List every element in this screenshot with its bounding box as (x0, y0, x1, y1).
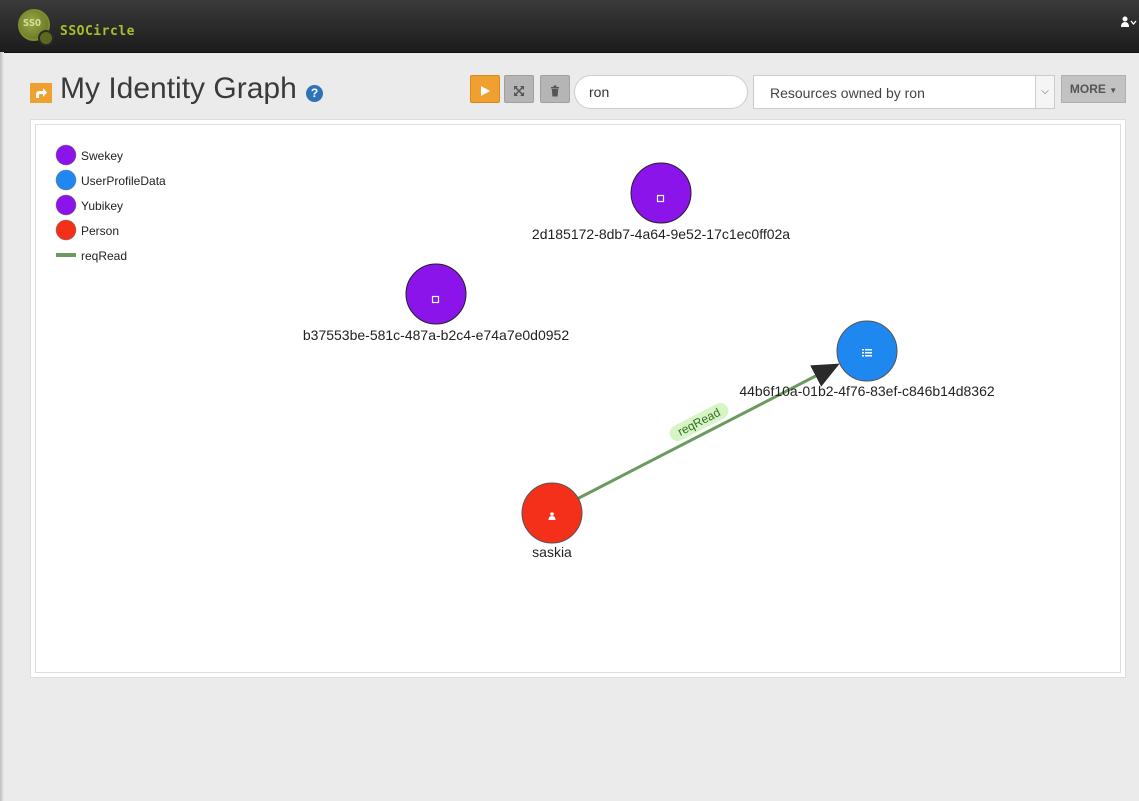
legend-item-swekey: Swekey (55, 144, 123, 166)
legend-label: reqRead (81, 249, 127, 263)
query-select-value: Resources owned by ron (770, 85, 925, 101)
more-label: MORE (1069, 82, 1106, 96)
expand-button[interactable] (504, 75, 534, 103)
top-navbar: SSO SSOCircle (0, 0, 1139, 53)
share-icon[interactable] (30, 83, 52, 103)
legend-label: Yubikey (81, 199, 123, 213)
legend-item-yubikey: Yubikey (55, 194, 123, 216)
graph-canvas[interactable]: Swekey UserProfileData Yubikey Person reqRea… (35, 124, 1121, 673)
node-label: 2d185172-8db7-4a64-9e52-17c1ec0ff02a (532, 226, 790, 242)
question-icon[interactable]: ? (306, 85, 323, 102)
page-title: My Identity Graph (60, 72, 297, 105)
trash-icon (551, 85, 559, 97)
legend-swatch (55, 194, 77, 216)
node-label: saskia (532, 544, 572, 560)
left-edge-shadow (0, 52, 4, 801)
expand-icon (514, 85, 524, 96)
legend-label: Person (81, 224, 119, 238)
legend-label: Swekey (81, 149, 123, 163)
node-userprofiledata[interactable]: 44b6f10a-01b2-4f76-83ef-c846b14d8362 (739, 320, 995, 399)
node-yubikey[interactable]: b37553be-581c-487a-b2c4-e74a7e0d0952 (303, 263, 569, 343)
legend-label: UserProfileData (81, 174, 166, 188)
node-person[interactable]: saskia (521, 482, 583, 560)
user-menu[interactable] (1121, 16, 1137, 31)
graph-svg[interactable]: Swekey UserProfileData Yubikey Person reqRea… (36, 125, 1120, 672)
delete-button[interactable] (540, 75, 570, 103)
chevron-down-icon (1130, 20, 1137, 26)
legend-item-person: Person (55, 219, 119, 241)
user-icon (1121, 16, 1137, 27)
node-label: b37553be-581c-487a-b2c4-e74a7e0d0952 (303, 327, 569, 343)
more-button[interactable]: MORE ▼ (1061, 75, 1126, 103)
caret-down-icon: ▼ (1109, 86, 1118, 95)
legend-item-reqread: reqRead (56, 249, 127, 263)
query-select[interactable]: Resources owned by ron ⌵ (753, 75, 1055, 109)
legend-swatch (55, 144, 77, 166)
legend-item-userprofiledata: UserProfileData (55, 169, 166, 191)
legend-swatch (55, 219, 77, 241)
list-icon (862, 349, 872, 357)
chevron-down-icon[interactable]: ⌵ (1035, 76, 1054, 108)
search-input[interactable] (574, 75, 748, 109)
graph-legend: Swekey UserProfileData Yubikey Person reqRea… (55, 144, 166, 263)
play-icon (481, 85, 490, 96)
logo-dot (38, 30, 54, 46)
node-label: 44b6f10a-01b2-4f76-83ef-c846b14d8362 (739, 383, 995, 399)
logo-sso-text: SSO (23, 18, 42, 29)
play-button[interactable] (470, 75, 500, 103)
logo-text[interactable]: SSOCircle (60, 24, 135, 39)
legend-swatch (55, 169, 77, 191)
node-swekey[interactable]: 2d185172-8db7-4a64-9e52-17c1ec0ff02a (532, 162, 790, 242)
